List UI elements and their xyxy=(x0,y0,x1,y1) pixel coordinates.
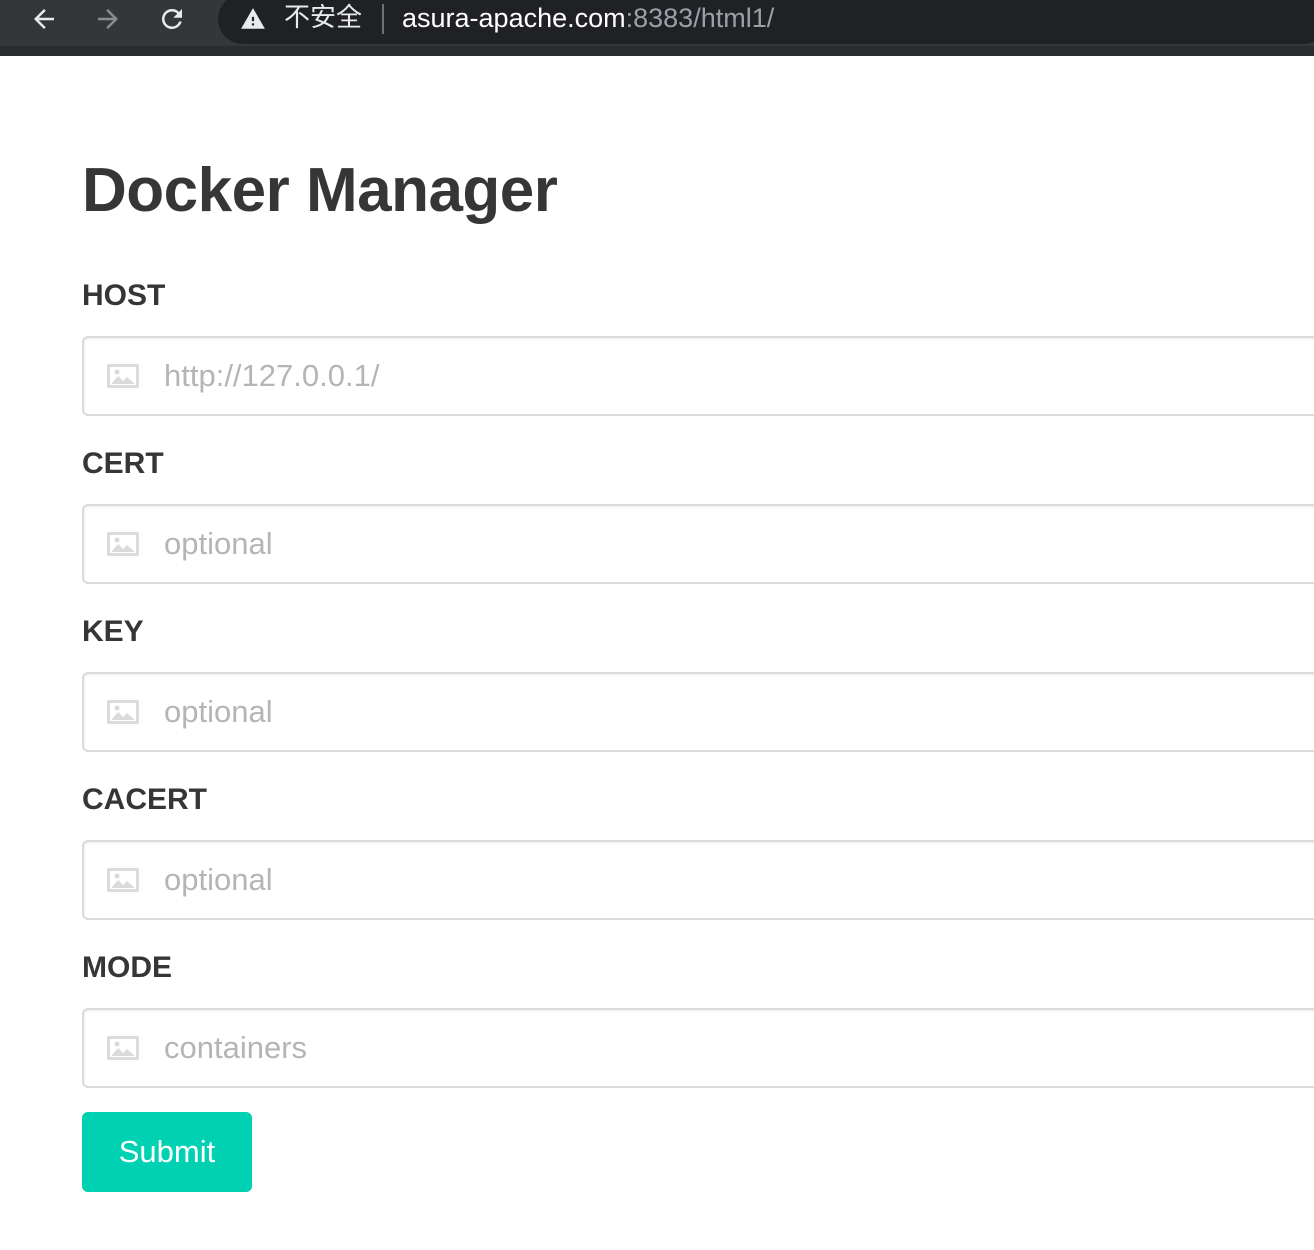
image-icon xyxy=(107,868,139,892)
back-arrow-icon xyxy=(34,9,54,29)
key-input[interactable] xyxy=(164,674,1314,750)
warning-icon[interactable] xyxy=(240,6,266,32)
url-host: asura-apache.com xyxy=(402,3,626,33)
security-status[interactable]: 不安全 xyxy=(284,2,362,34)
host-input[interactable] xyxy=(164,338,1314,414)
cert-field[interactable] xyxy=(82,504,1314,584)
url-text[interactable]: asura-apache.com:8383/html1/ xyxy=(402,2,774,34)
mode-field[interactable] xyxy=(82,1008,1314,1088)
host-label: HOST xyxy=(82,279,166,312)
host-field[interactable] xyxy=(82,336,1314,416)
url-path: :8383/html1/ xyxy=(625,3,775,33)
cacert-input[interactable] xyxy=(164,842,1314,918)
reload-icon xyxy=(161,8,182,29)
forward-arrow-icon xyxy=(98,9,118,29)
submit-button[interactable]: Submit xyxy=(82,1112,252,1192)
forward-button[interactable] xyxy=(88,0,128,38)
browser-toolbar: 不安全 asura-apache.com:8383/html1/ xyxy=(0,0,1314,56)
toolbar-strip xyxy=(0,46,1314,56)
url-separator xyxy=(382,4,384,34)
key-field[interactable] xyxy=(82,672,1314,752)
image-icon xyxy=(107,700,139,724)
cacert-label: CACERT xyxy=(82,783,207,816)
page-title: Docker Manager xyxy=(82,156,558,225)
key-label: KEY xyxy=(82,615,144,648)
back-button[interactable] xyxy=(24,0,64,38)
image-icon xyxy=(107,532,139,556)
cacert-field[interactable] xyxy=(82,840,1314,920)
reload-button[interactable] xyxy=(152,0,192,38)
image-icon xyxy=(107,364,139,388)
cert-input[interactable] xyxy=(164,506,1314,582)
cert-label: CERT xyxy=(82,447,164,480)
mode-label: MODE xyxy=(82,951,172,984)
mode-input[interactable] xyxy=(164,1010,1314,1086)
image-icon xyxy=(107,1036,139,1060)
